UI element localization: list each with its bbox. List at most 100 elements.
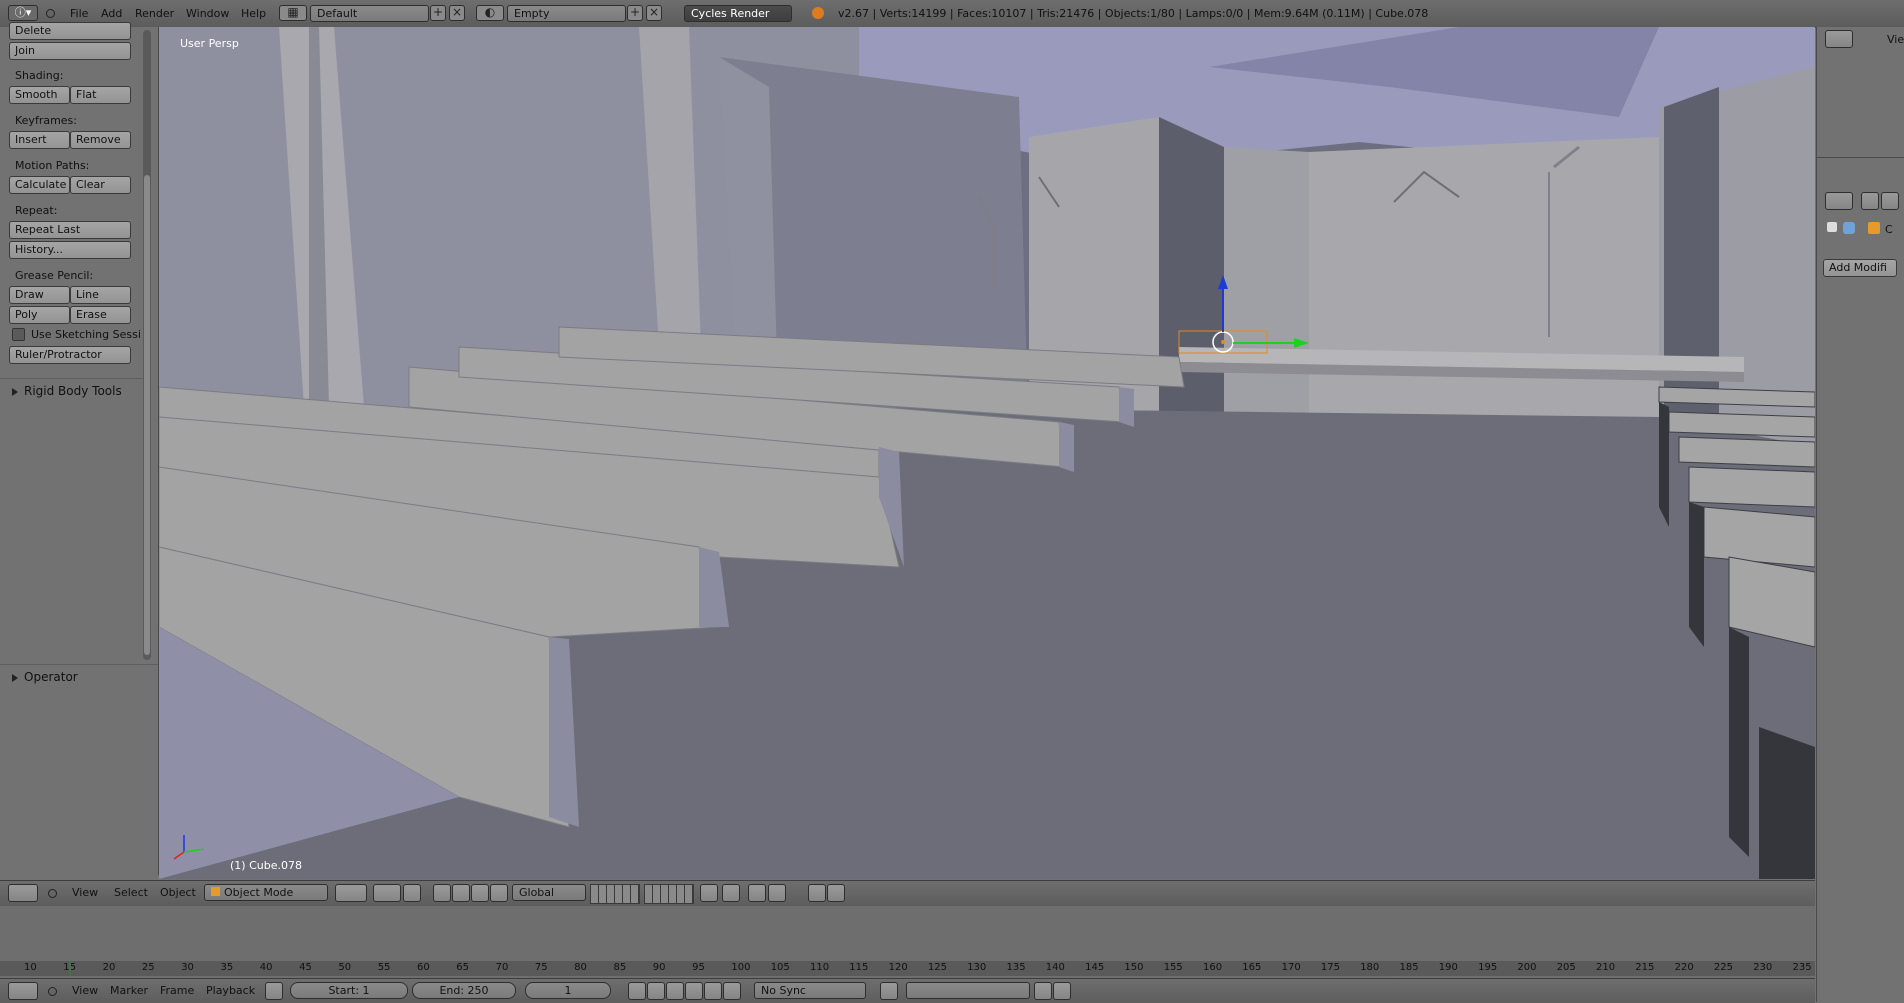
- start-frame-field[interactable]: Start: 1: [290, 982, 408, 999]
- play-icon[interactable]: [685, 982, 703, 1000]
- manipulator-toggle-icon[interactable]: [403, 884, 421, 902]
- clear-button[interactable]: Clear: [70, 176, 131, 194]
- motion-paths-label: Motion Paths:: [15, 159, 90, 172]
- editor-type-timeline-button[interactable]: [8, 982, 38, 1000]
- menu-marker[interactable]: Marker: [110, 984, 148, 997]
- scene-layers-grid-2[interactable]: [644, 884, 694, 904]
- remove-keyframe-button[interactable]: Remove: [70, 131, 131, 149]
- insert-keyframe-button[interactable]: Insert: [9, 131, 70, 149]
- editor-type-info-button[interactable]: ⓘ▾: [8, 5, 38, 21]
- scene-layers-grid[interactable]: [590, 884, 640, 904]
- menu-playback[interactable]: Playback: [206, 984, 255, 997]
- end-frame-field[interactable]: End: 250: [412, 982, 516, 999]
- menu-window[interactable]: Window: [186, 7, 229, 20]
- render-opengl-icon[interactable]: [808, 884, 826, 902]
- rotate-icon[interactable]: [452, 884, 470, 902]
- smooth-button[interactable]: Smooth: [9, 86, 70, 104]
- add-scene-icon[interactable]: +: [627, 5, 643, 21]
- operator-panel[interactable]: Operator: [12, 670, 78, 684]
- next-keyframe-icon[interactable]: [704, 982, 722, 1000]
- join-button[interactable]: Join: [9, 42, 131, 60]
- proportional-edit-icon[interactable]: [722, 884, 740, 902]
- sync-select[interactable]: No Sync: [754, 982, 866, 999]
- transform-orientation-select[interactable]: Global: [512, 884, 586, 901]
- current-frame-field[interactable]: 1: [525, 982, 611, 999]
- remove-layout-icon[interactable]: ×: [449, 5, 465, 21]
- object-icon[interactable]: [1843, 222, 1855, 234]
- play-reverse-icon[interactable]: [666, 982, 684, 1000]
- frame-tick-label: 215: [1635, 962, 1655, 973]
- jump-start-icon[interactable]: [628, 982, 646, 1000]
- flat-button[interactable]: Flat: [70, 86, 131, 104]
- view-icon[interactable]: [1861, 192, 1879, 210]
- current-frame-marker[interactable]: [69, 961, 71, 976]
- transform-space-icon[interactable]: [490, 884, 508, 902]
- scene-icon[interactable]: ◐: [476, 5, 504, 21]
- history-button[interactable]: History...: [9, 241, 131, 259]
- add-layout-icon[interactable]: +: [430, 5, 446, 21]
- collapse-menu-icon[interactable]: [48, 987, 57, 996]
- frame-tick-label: 90: [652, 962, 666, 973]
- menu-select[interactable]: Select: [114, 886, 148, 899]
- insert-keyframe-icon[interactable]: [1034, 982, 1052, 1000]
- frame-tick-label: 160: [1203, 962, 1223, 973]
- repeat-last-button[interactable]: Repeat Last: [9, 221, 131, 239]
- menu-view[interactable]: View: [72, 984, 98, 997]
- menu-file[interactable]: File: [70, 7, 88, 20]
- prev-keyframe-icon[interactable]: [647, 982, 665, 1000]
- shelf-scrollbar-thumb[interactable]: [144, 175, 150, 655]
- delete-keyframe-icon[interactable]: [1053, 982, 1071, 1000]
- pin-icon[interactable]: [1827, 222, 1837, 232]
- scene-field[interactable]: Empty: [507, 5, 626, 22]
- translate-icon[interactable]: [433, 884, 451, 902]
- rigid-body-tools-panel[interactable]: Rigid Body Tools: [12, 384, 122, 398]
- frame-tick-label: 185: [1399, 962, 1419, 973]
- cube-icon: [211, 887, 220, 896]
- frame-tick-label: 55: [377, 962, 391, 973]
- panel-divider: [0, 378, 143, 379]
- menu-view[interactable]: View: [72, 886, 98, 899]
- collapse-menu-icon[interactable]: [46, 9, 55, 18]
- sketching-label: Use Sketching Sessi: [31, 328, 141, 341]
- editor-type-3d-button[interactable]: [8, 884, 38, 902]
- menu-add[interactable]: Add: [101, 7, 122, 20]
- collapse-menu-icon[interactable]: [48, 889, 57, 898]
- record-icon[interactable]: [880, 982, 898, 1000]
- pivot-point-icon[interactable]: [373, 884, 401, 902]
- frame-ruler[interactable]: 1015202530354045505560657075808590951001…: [0, 961, 1815, 976]
- 3d-viewport[interactable]: [159, 27, 1815, 879]
- add-modifier-button[interactable]: Add Modifi: [1823, 259, 1897, 277]
- snap-element-icon[interactable]: [768, 884, 786, 902]
- jump-end-icon[interactable]: [723, 982, 741, 1000]
- keying-set-field[interactable]: [906, 982, 1030, 999]
- screen-layout-icon[interactable]: ▦: [279, 5, 307, 21]
- layout-field[interactable]: Default: [310, 5, 429, 22]
- menu-render[interactable]: Render: [135, 7, 174, 20]
- menu-object[interactable]: Object: [160, 886, 196, 899]
- frame-tick-label: 105: [770, 962, 790, 973]
- render-animation-icon[interactable]: [827, 884, 845, 902]
- menu-help[interactable]: Help: [241, 7, 266, 20]
- erase-button[interactable]: Erase: [70, 306, 131, 324]
- mode-select[interactable]: Object Mode: [204, 884, 328, 901]
- preview-range-icon[interactable]: [265, 982, 283, 1000]
- properties-editor-icon[interactable]: [1825, 192, 1853, 210]
- snap-toggle-icon[interactable]: [748, 884, 766, 902]
- poly-button[interactable]: Poly: [9, 306, 70, 324]
- remove-scene-icon[interactable]: ×: [646, 5, 662, 21]
- pin-icon[interactable]: [1881, 192, 1899, 210]
- mode-label: Object Mode: [224, 886, 294, 899]
- draw-button[interactable]: Draw: [9, 286, 70, 304]
- delete-button[interactable]: Delete: [9, 22, 131, 40]
- line-button[interactable]: Line: [70, 286, 131, 304]
- viewport-shading-icon[interactable]: [335, 884, 367, 902]
- ruler-protractor-button[interactable]: Ruler/Protractor: [9, 346, 131, 364]
- frame-tick-label: 235: [1792, 962, 1812, 973]
- render-engine-select[interactable]: Cycles Render: [684, 5, 792, 22]
- sketching-checkbox[interactable]: [12, 328, 25, 341]
- scale-icon[interactable]: [471, 884, 489, 902]
- outliner-editor-icon[interactable]: [1825, 30, 1853, 48]
- menu-frame[interactable]: Frame: [160, 984, 194, 997]
- calculate-button[interactable]: Calculate: [9, 176, 70, 194]
- lock-layers-icon[interactable]: [700, 884, 718, 902]
